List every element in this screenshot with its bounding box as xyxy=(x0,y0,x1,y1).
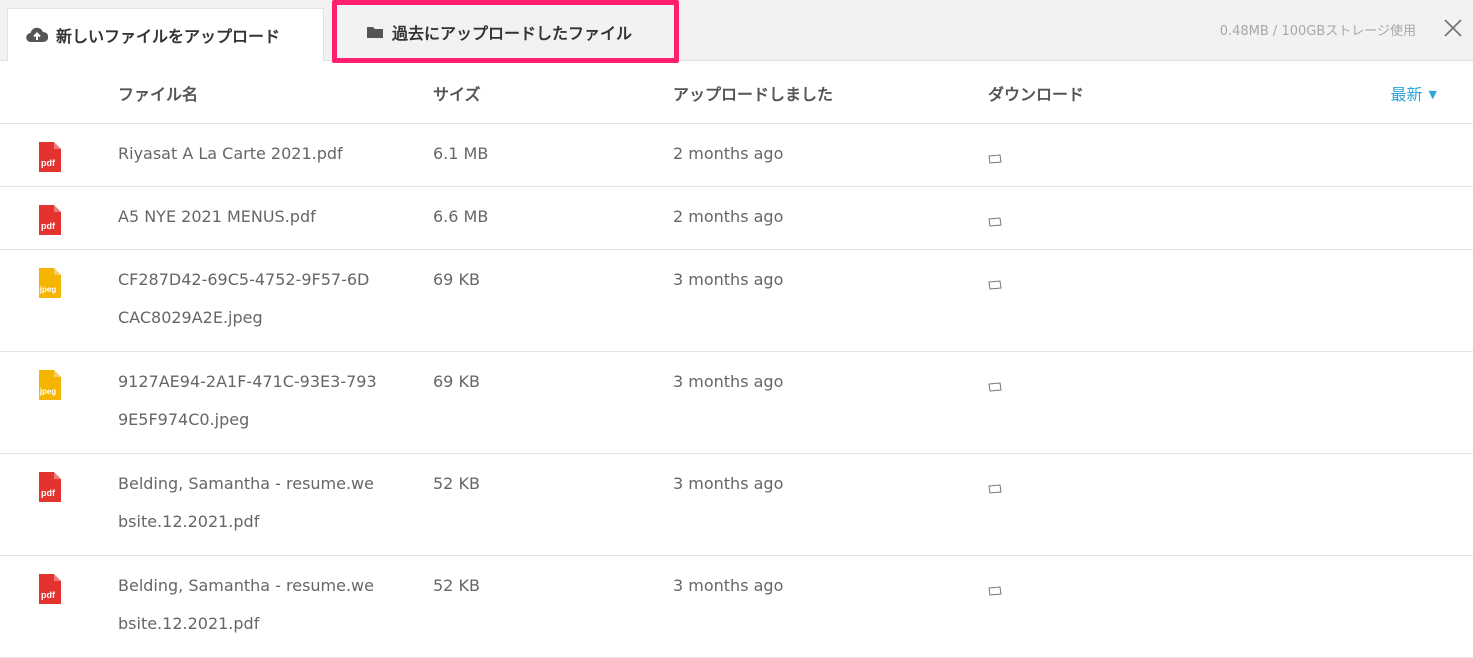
top-bar: 新しいファイルをアップロード 過去にアップロードしたファイル 0.48MB / … xyxy=(0,0,1473,63)
table-row: jpeg CF287D42-69C5-4752-9F57-6DCAC8029A2E… xyxy=(0,250,1473,352)
file-name: 9127AE94-2A1F-471C-93E3-7939E5F974C0.jpe… xyxy=(118,372,377,429)
sort-label: 最新 xyxy=(1390,85,1423,104)
jpeg-file-icon: jpeg xyxy=(37,369,63,405)
table-row: pdf Belding, Samantha - resume.website.12… xyxy=(0,556,1473,658)
download-button[interactable] xyxy=(988,377,1002,396)
file-uploaded: 2 months ago xyxy=(673,207,784,226)
file-name: Belding, Samantha - resume.website.12.20… xyxy=(118,474,374,531)
svg-text:jpeg: jpeg xyxy=(39,285,57,294)
file-uploaded: 3 months ago xyxy=(673,270,784,289)
table-row: pdf Belding, Samantha - resume.website.12… xyxy=(0,454,1473,556)
header-download: ダウンロード xyxy=(988,85,1085,104)
pdf-file-icon: pdf xyxy=(37,204,63,240)
download-button[interactable] xyxy=(988,149,1002,168)
download-button[interactable] xyxy=(988,581,1002,600)
file-list: pdf Riyasat A La Carte 2021.pdf 6.1 MB 2 mo… xyxy=(0,124,1473,658)
download-icon xyxy=(988,382,1002,392)
file-name: A5 NYE 2021 MENUS.pdf xyxy=(118,207,316,226)
file-size: 6.6 MB xyxy=(433,207,489,226)
download-icon xyxy=(988,154,1002,164)
cloud-upload-icon xyxy=(26,27,48,43)
jpeg-file-icon: jpeg xyxy=(37,267,63,303)
file-uploaded: 3 months ago xyxy=(673,576,784,595)
close-icon xyxy=(1444,19,1462,37)
file-size: 6.1 MB xyxy=(433,144,489,163)
table-header: ファイル名 サイズ アップロードしました ダウンロード 最新 ▼ xyxy=(0,61,1473,124)
svg-text:pdf: pdf xyxy=(41,590,56,600)
file-size: 52 KB xyxy=(433,474,480,493)
download-button[interactable] xyxy=(988,275,1002,294)
header-filename: ファイル名 xyxy=(118,85,199,104)
file-size: 52 KB xyxy=(433,576,480,595)
svg-text:jpeg: jpeg xyxy=(39,387,57,396)
file-uploaded: 2 months ago xyxy=(673,144,784,163)
storage-usage: 0.48MB / 100GBストレージ使用 xyxy=(1219,24,1416,39)
tab-past-uploads[interactable]: 過去にアップロードしたファイル xyxy=(332,0,679,63)
tab-past-label: 過去にアップロードしたファイル xyxy=(392,23,633,43)
tab-upload-label: 新しいファイルをアップロード xyxy=(56,27,281,46)
svg-text:pdf: pdf xyxy=(41,158,56,168)
pdf-file-icon: pdf xyxy=(37,141,63,177)
svg-text:pdf: pdf xyxy=(41,221,56,231)
tab-upload-new[interactable]: 新しいファイルをアップロード xyxy=(7,8,324,62)
download-icon xyxy=(988,586,1002,596)
svg-text:pdf: pdf xyxy=(41,488,56,498)
file-name: CF287D42-69C5-4752-9F57-6DCAC8029A2E.jpe… xyxy=(118,270,370,327)
file-name: Belding, Samantha - resume.website.12.20… xyxy=(118,576,374,633)
download-button[interactable] xyxy=(988,212,1002,231)
table-row: pdf A5 NYE 2021 MENUS.pdf 6.6 MB 2 months a… xyxy=(0,187,1473,250)
file-name: Riyasat A La Carte 2021.pdf xyxy=(118,144,343,163)
pdf-file-icon: pdf xyxy=(37,471,63,507)
download-icon xyxy=(988,484,1002,494)
pdf-file-icon: pdf xyxy=(37,573,63,609)
file-uploaded: 3 months ago xyxy=(673,474,784,493)
file-size: 69 KB xyxy=(433,270,480,289)
download-button[interactable] xyxy=(988,479,1002,498)
header-size: サイズ xyxy=(433,85,481,104)
file-size: 69 KB xyxy=(433,372,480,391)
download-icon xyxy=(988,217,1002,227)
caret-down-icon: ▼ xyxy=(1428,88,1437,101)
file-uploaded: 3 months ago xyxy=(673,372,784,391)
table-row: jpeg 9127AE94-2A1F-471C-93E3-7939E5F974C0… xyxy=(0,352,1473,454)
header-uploaded: アップロードしました xyxy=(673,85,834,104)
sort-dropdown[interactable]: 最新 ▼ xyxy=(1391,81,1437,105)
download-icon xyxy=(988,280,1002,290)
close-button[interactable] xyxy=(1441,16,1465,40)
table-row: pdf Riyasat A La Carte 2021.pdf 6.1 MB 2 mo… xyxy=(0,124,1473,187)
folder-icon xyxy=(366,25,384,39)
